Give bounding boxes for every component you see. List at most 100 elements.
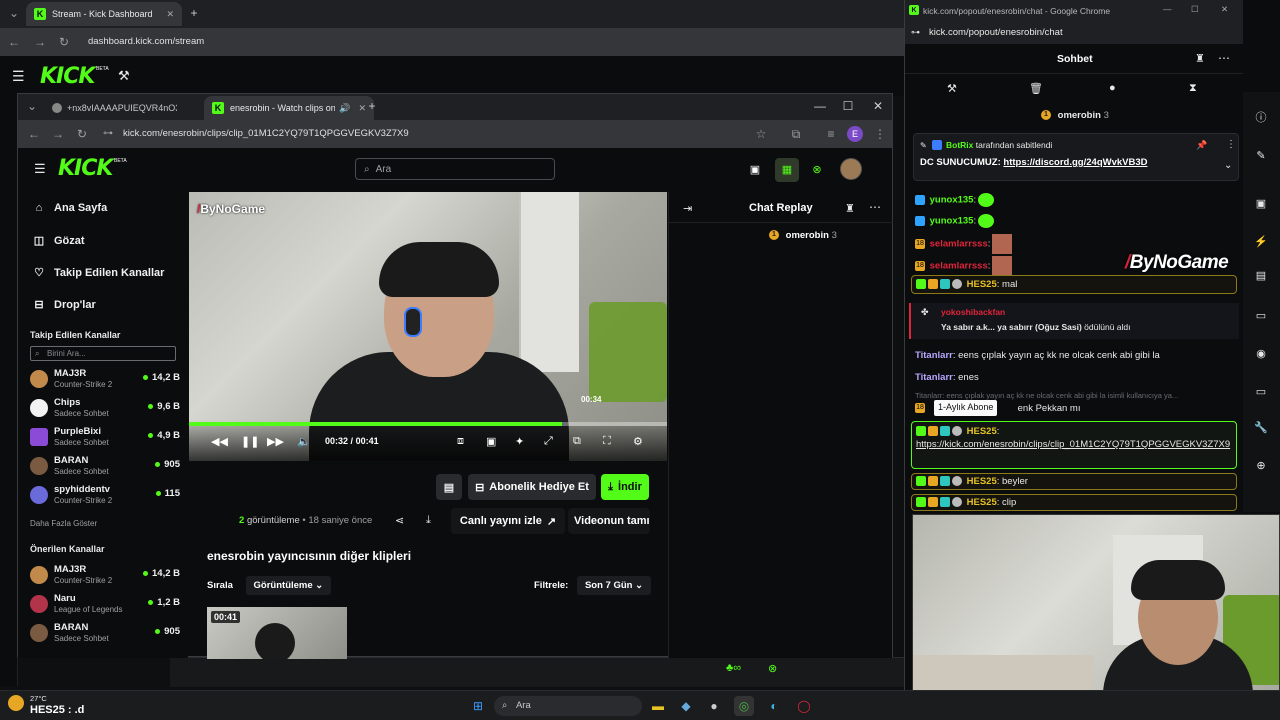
kick-logo[interactable]: KICK [58,156,113,181]
hammer-icon[interactable]: ⚒ [118,68,130,84]
tab-image[interactable]: +nx8vIAAAAPUIEQVR4nO3BMC [44,96,194,120]
extensions-icon[interactable]: ⧉ [788,126,804,142]
taskbar-search[interactable]: ⌕ Ara [494,696,642,716]
opera-icon[interactable]: ◯ [794,696,814,716]
pinned-link[interactable]: https://discord.gg/24qWvkVB3D [1003,157,1147,168]
reload-icon[interactable]: ↻ [74,126,90,142]
filter-channels-input[interactable]: ⌕ Birini Ara... [30,346,176,361]
collapse-chat-icon[interactable]: ⇥ [683,202,692,215]
popout-url[interactable]: kick.com/popout/enesrobin/chat [929,27,1063,38]
new-tab-icon[interactable]: + [186,5,202,21]
back-arrow-icon[interactable]: ← [26,126,42,142]
edit-icon[interactable]: ✎ [1251,146,1271,166]
edge-icon[interactable]: ◐ [764,696,784,716]
chrome-icon[interactable]: ◎ [734,696,754,716]
folder-icon[interactable]: ▬ [648,696,668,716]
more-menu-icon[interactable]: ⋯ [869,200,881,214]
share-icon[interactable]: ⋖ [395,514,404,527]
rewind-icon[interactable]: ◀◀ [211,435,228,448]
followed-channel[interactable]: MAJ3R Counter-Strike 2 14,2 B [30,368,180,394]
chat-username[interactable]: yunox135 [930,195,974,206]
followed-channel[interactable]: Chips Sadece Sohbet 9,6 B [30,397,180,423]
new-tab-icon[interactable]: + [364,98,380,114]
filter-select[interactable]: Son 7 Gün ⌄ [576,576,652,595]
show-more-link[interactable]: Daha Fazla Göster [30,519,97,528]
camera-icon[interactable]: ▣ [1251,194,1271,214]
recommended-channel[interactable]: MAJ3R Counter-Strike 2 14,2 B [30,564,180,590]
save-icon[interactable]: ⤓ [426,514,431,527]
kick-circle-icon[interactable]: ⊗ [807,160,827,180]
speaker-icon[interactable]: 🔊 [339,103,350,114]
site-info-icon[interactable]: ⊶ [911,27,920,38]
close-window-icon[interactable]: ✕ [870,98,886,114]
watch-full-video-button[interactable]: Videonun tamı [568,508,650,534]
close-window-icon[interactable]: ✕ [1221,4,1228,15]
dashboard-icon[interactable]: ▦ [775,158,799,182]
trash-icon[interactable]: 🗑 [1029,82,1043,95]
unpin-icon[interactable]: 📌 [1196,140,1207,151]
download-button[interactable]: ⤓ İndir [601,474,649,500]
menu-icon[interactable]: ☰ [12,68,25,85]
gamepad-icon[interactable]: ⊕ [1251,456,1271,476]
back-arrow-icon[interactable]: ← [6,34,22,50]
reward-username[interactable]: yokoshibackfan [941,307,1005,317]
gift-sub-button[interactable]: ⊟ Abonelik Hediye Et [468,474,596,500]
chat-username[interactable]: selamlarrsss [930,239,988,250]
crop-icon[interactable]: ⧈ [457,435,464,448]
chat-icon[interactable]: ▭ [1251,306,1271,326]
user-avatar[interactable] [840,158,862,180]
video-player[interactable]: /ByNoGame 00:34 ◀◀ ❚❚ ▶▶ 🔈 00:32 / 00:41… [189,192,667,461]
menu-icon[interactable]: ☰ [34,161,46,177]
chat-username[interactable]: HES25 [967,497,997,508]
settings-icon[interactable]: ⚙ [633,435,643,448]
media-icon[interactable]: ≡ [823,126,839,142]
chat-link[interactable]: https://kick.com/enesrobin/clips/clip_01… [916,439,1230,450]
lightning-icon[interactable]: ⚡ [1251,232,1271,252]
minimize-icon[interactable]: — [1163,4,1172,14]
clip-info-button[interactable]: ▤ [436,474,462,500]
bookmark-star-icon[interactable]: ☆ [753,126,769,142]
chat-username[interactable]: yunox135 [930,216,974,227]
clip-thumbnail[interactable]: 00:41 [207,607,347,659]
tab-search-icon[interactable]: ⌄ [24,98,40,114]
chat-bubble-icon[interactable]: ● [1109,82,1116,94]
pip-icon[interactable]: ⧉ [573,435,581,448]
search-input[interactable]: ⌕ Ara [355,158,555,180]
maximize-icon[interactable]: ☐ [1191,4,1199,15]
recommended-channel[interactable]: Naru League of Legends 1,2 B [30,593,180,619]
nav-drops[interactable]: ⊟ Drop'lar [32,298,95,312]
chat-username[interactable]: HES25 [967,426,997,437]
recommended-channel[interactable]: BARAN Sadece Sohbet 905 [30,622,180,648]
github-icon[interactable]: ● [704,696,724,716]
nav-home[interactable]: ⌂ Ana Sayfa [32,202,108,214]
more-menu-icon[interactable]: ⋮ [872,126,888,142]
chat-username[interactable]: HES25 [967,279,997,290]
address-url[interactable]: dashboard.kick.com/stream [88,36,204,47]
chat-username[interactable]: Titanlarr [915,372,953,383]
wrench-icon[interactable]: 🔧 [1251,418,1271,438]
chevron-down-icon[interactable]: ⌄ [1224,160,1232,171]
fullscreen-icon[interactable]: ⛶ [603,435,611,448]
watch-live-button[interactable]: Canlı yayını izle ↗ [451,508,565,534]
pinned-message[interactable]: ✎ BotRix tarafından sabitlendi 📌 ⋮ DC SU… [913,133,1239,181]
address-url[interactable]: kick.com/enesrobin/clips/clip_01M1C2YQ79… [123,128,409,139]
live-studio-icon[interactable]: ▣ [745,160,765,180]
sparkle-icon[interactable]: ✦ [515,435,524,448]
kick-logo[interactable]: KICK [40,64,95,89]
theater-icon[interactable]: ▣ [486,435,496,448]
reload-icon[interactable]: ↻ [56,34,72,50]
infinity-icon[interactable]: ♣∞ [726,662,741,674]
pause-icon[interactable]: ❚❚ [241,435,259,448]
sort-select[interactable]: Görüntüleme ⌄ [245,576,332,595]
site-info-icon[interactable]: ⊶ [100,126,116,142]
kick-circle-icon[interactable]: ⊗ [768,662,777,675]
record-icon[interactable]: ◉ [1251,344,1271,364]
maximize-icon[interactable]: ☐ [840,98,856,114]
more-menu-icon[interactable]: ⋯ [1218,51,1230,65]
hammer-icon[interactable]: ⚒ [947,82,957,95]
nav-following[interactable]: ♡ Takip Edilen Kanallar [32,266,164,280]
list-icon[interactable]: ▤ [1251,266,1271,286]
more-menu-icon[interactable]: ⋮ [1226,139,1236,150]
tab-search-icon[interactable]: ⌄ [6,5,22,21]
close-tab-icon[interactable]: ✕ [166,9,174,20]
